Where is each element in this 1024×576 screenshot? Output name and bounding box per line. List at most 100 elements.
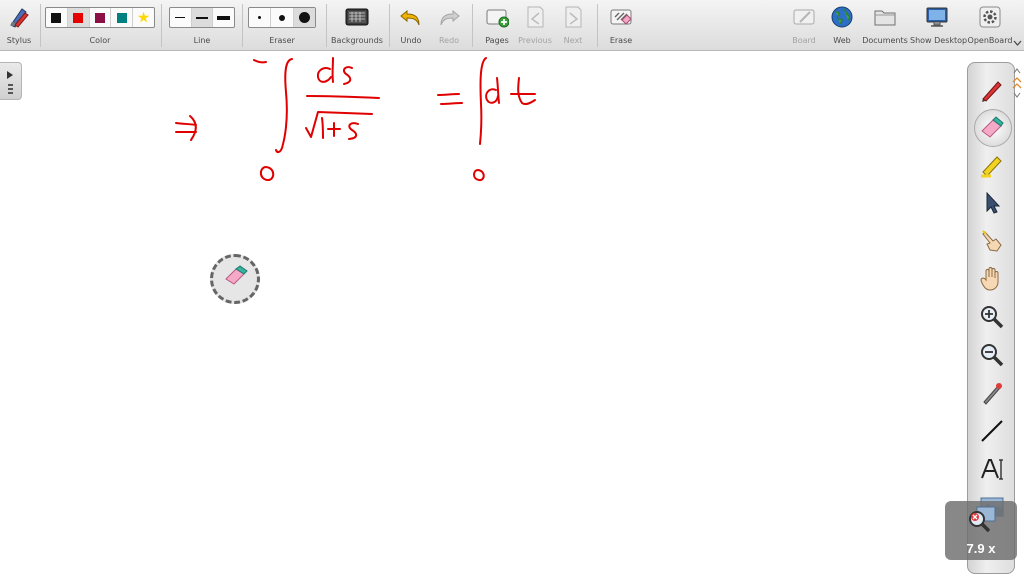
pages-button[interactable]: Pages	[480, 0, 514, 51]
line-group: Line	[168, 0, 236, 51]
board-icon	[793, 9, 815, 25]
line-width-selector	[169, 7, 235, 28]
eraser-icon	[981, 116, 1004, 138]
erase-page-button[interactable]: Erase	[603, 0, 639, 51]
marker-tool[interactable]	[979, 152, 1005, 178]
pen-tool[interactable]	[979, 77, 1005, 103]
zoom-indicator: 7.9 x	[945, 501, 1017, 560]
ink-stroke	[189, 115, 197, 141]
board-button[interactable]: Board	[787, 0, 821, 51]
eraser-small-button[interactable]	[249, 8, 272, 27]
ink-stroke	[440, 102, 463, 105]
eraser-size-selector	[248, 7, 316, 28]
ink-stroke	[305, 111, 373, 138]
line-tool[interactable]	[979, 418, 1005, 444]
line-thick-button[interactable]	[213, 8, 234, 27]
color-swatch-teal[interactable]	[111, 8, 134, 27]
highlighter-icon	[981, 156, 1002, 178]
ink-stroke	[327, 122, 341, 137]
zoom-out-tool[interactable]	[979, 342, 1005, 368]
add-page-icon	[486, 9, 509, 28]
show-desktop-label: Show Desktop	[910, 36, 968, 45]
ink-stroke	[175, 122, 197, 126]
gear-icon	[979, 6, 1001, 28]
text-tool[interactable]	[979, 456, 1005, 482]
dock-handle[interactable]	[1011, 68, 1023, 98]
zoom-in-icon	[981, 306, 1004, 329]
color-swatch-red[interactable]	[67, 8, 90, 27]
line-icon	[981, 420, 1003, 442]
handwritten-ink-layer	[175, 57, 536, 182]
globe-icon	[831, 6, 853, 28]
color-group: Color	[44, 0, 156, 51]
ink-stroke	[259, 166, 275, 181]
ink-stroke	[517, 77, 536, 106]
erase-label: Erase	[609, 36, 633, 45]
eraser-large-button[interactable]	[293, 8, 315, 27]
eraser-group: Eraser	[247, 0, 317, 51]
eraser-icon	[225, 265, 248, 285]
next-page-icon	[565, 6, 582, 28]
selector-tool[interactable]	[979, 190, 1005, 216]
backgrounds-button[interactable]: Backgrounds	[330, 0, 384, 51]
backgrounds-icon	[345, 8, 369, 26]
folder-icon	[874, 10, 896, 26]
next-page-button[interactable]: Next	[556, 0, 590, 51]
line-thin-button[interactable]	[170, 8, 192, 27]
laser-pointer-tool[interactable]	[979, 380, 1005, 406]
line-label: Line	[193, 36, 211, 45]
openboard-menu-button[interactable]: OpenBoard	[966, 0, 1014, 51]
color-swatch-fill	[73, 12, 84, 23]
line-medium-button[interactable]	[191, 8, 214, 27]
zoom-out-icon	[981, 344, 1004, 367]
color-swatch-fill	[137, 11, 150, 23]
pen-icon	[982, 81, 1002, 102]
ink-stroke	[275, 58, 293, 154]
ink-stroke	[479, 57, 487, 145]
hand-icon	[980, 267, 999, 291]
laser-pointer-icon	[983, 383, 1002, 405]
eraser-tool[interactable]	[974, 109, 1012, 147]
hand-tool[interactable]	[979, 266, 1005, 292]
color-label: Color	[89, 36, 111, 45]
undo-icon	[400, 9, 420, 26]
show-desktop-button[interactable]: Show Desktop	[910, 0, 968, 51]
stylus-icon	[10, 8, 29, 28]
pointing-hand-icon	[982, 230, 1002, 252]
magnifier-icon	[969, 506, 996, 533]
documents-label: Documents	[862, 36, 908, 45]
monitor-icon	[926, 7, 948, 27]
chevron-down-icon[interactable]	[1013, 40, 1022, 46]
pages-label: Pages	[485, 36, 509, 45]
previous-label: Previous	[518, 36, 552, 45]
page-panel-toggle[interactable]	[0, 62, 22, 100]
ink-stroke	[473, 169, 485, 182]
eraser-medium-button[interactable]	[271, 8, 294, 27]
stylus-button[interactable]: Stylus	[0, 0, 38, 51]
ink-stroke	[437, 93, 460, 96]
eraser-cursor	[210, 254, 260, 304]
zoom-level: 7.9 x	[966, 541, 996, 556]
interact-tool[interactable]	[979, 228, 1005, 254]
redo-label: Redo	[438, 36, 460, 45]
ink-stroke	[316, 67, 332, 83]
eraser-label: Eraser	[269, 36, 295, 45]
expand-arrow-icon	[7, 71, 13, 94]
previous-page-icon	[527, 6, 544, 28]
color-swatch-yellow[interactable]	[133, 8, 154, 27]
zoom-in-tool[interactable]	[979, 304, 1005, 330]
openboard-label: OpenBoard	[967, 36, 1013, 45]
cursor-arrow-icon	[986, 191, 1001, 214]
documents-button[interactable]: Documents	[862, 0, 908, 51]
redo-button[interactable]: Redo	[432, 0, 466, 51]
color-swatch-black[interactable]	[46, 8, 68, 27]
web-label: Web	[833, 36, 851, 45]
backgrounds-label: Backgrounds	[331, 36, 383, 45]
previous-page-button[interactable]: Previous	[517, 0, 553, 51]
erase-page-icon	[610, 9, 632, 25]
color-palette	[45, 7, 155, 28]
web-button[interactable]: Web	[825, 0, 859, 51]
undo-button[interactable]: Undo	[394, 0, 428, 51]
color-swatch-maroon[interactable]	[90, 8, 112, 27]
redo-icon	[440, 9, 460, 26]
